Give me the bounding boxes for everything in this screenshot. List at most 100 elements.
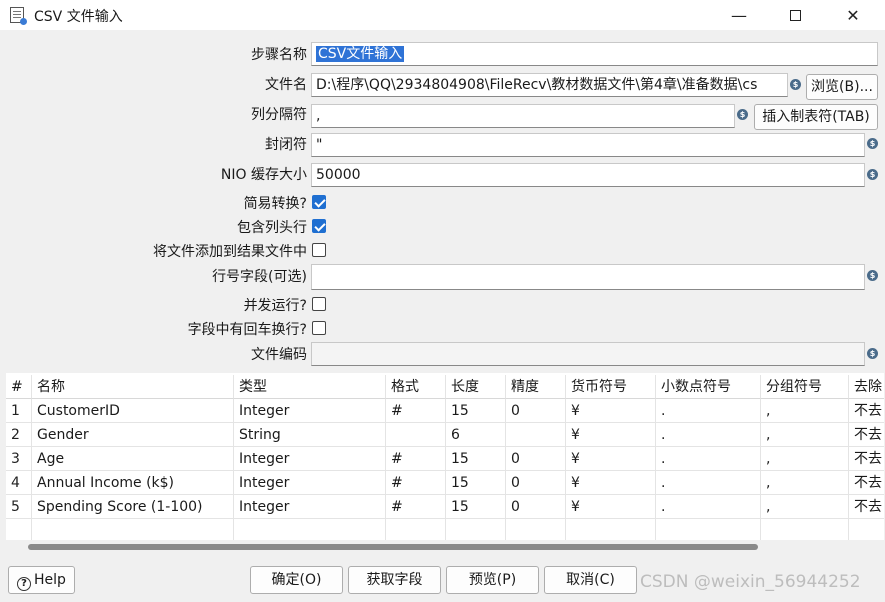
table-row[interactable]: 2 Gender String 6 ¥., 不去 [6, 423, 884, 447]
cell-precision[interactable]: 0 [506, 399, 566, 423]
cell-currency[interactable]: ¥ [566, 471, 656, 495]
table-row[interactable]: 5 Spending Score (1-100) Integer #15 0 ¥., 不去 [6, 495, 884, 519]
column-header-format[interactable]: 格式 [386, 375, 446, 399]
cell-trim[interactable]: 不去 [849, 471, 884, 495]
cell-name[interactable]: Annual Income (k$) [32, 471, 234, 495]
empty-cell[interactable] [32, 519, 234, 541]
empty-cell[interactable] [386, 519, 446, 541]
browse-button[interactable]: 浏览(B)... [806, 74, 878, 100]
column-header-name[interactable]: 名称 [32, 375, 234, 399]
empty-cell[interactable] [446, 519, 506, 541]
maximize-button[interactable] [767, 0, 823, 30]
cell-format[interactable]: # [386, 495, 446, 519]
column-header-trim[interactable]: 去除 [849, 375, 884, 399]
cell-precision[interactable] [506, 423, 566, 447]
cell-length[interactable]: 6 [446, 423, 506, 447]
cell-group[interactable]: , [761, 447, 849, 471]
cell-type[interactable]: Integer [234, 447, 386, 471]
cell-group[interactable]: , [761, 471, 849, 495]
encoding-variable-icon[interactable]: $ [867, 348, 878, 359]
cell-length[interactable]: 15 [446, 471, 506, 495]
cancel-button[interactable]: 取消(C) [544, 566, 637, 594]
preview-button[interactable]: 预览(P) [446, 566, 539, 594]
column-header-type[interactable]: 类型 [234, 375, 386, 399]
cell-trim[interactable]: 不去 [849, 495, 884, 519]
column-header-decimal[interactable]: 小数点符号 [656, 375, 761, 399]
filename-input[interactable]: D:\程序\QQ\2934804908\FileRecv\教材数据文件\第4章\… [311, 73, 788, 97]
newlines-checkbox[interactable] [312, 321, 326, 335]
cell-name[interactable]: Spending Score (1-100) [32, 495, 234, 519]
cell-decimal[interactable]: . [656, 471, 761, 495]
cell-decimal[interactable]: . [656, 495, 761, 519]
cell-group[interactable]: , [761, 495, 849, 519]
column-header-group[interactable]: 分组符号 [761, 375, 849, 399]
cell-type[interactable]: Integer [234, 399, 386, 423]
nio-buffer-input[interactable]: 50000 [311, 163, 865, 187]
rownum-field-input[interactable] [311, 264, 865, 290]
empty-cell[interactable] [234, 519, 386, 541]
nio-buffer-variable-icon[interactable]: $ [867, 169, 878, 180]
cell-type[interactable]: Integer [234, 471, 386, 495]
column-header-precision[interactable]: 精度 [506, 375, 566, 399]
table-row[interactable]: 1 CustomerID Integer #15 0 ¥., 不去 [6, 399, 884, 423]
step-name-input[interactable]: CSV文件输入 [311, 42, 878, 66]
empty-cell[interactable] [6, 519, 32, 541]
cell-group[interactable]: , [761, 423, 849, 447]
encoding-combo[interactable] [311, 342, 865, 366]
table-row[interactable]: 4 Annual Income (k$) Integer #15 0 ¥., 不去 [6, 471, 884, 495]
insert-tab-button[interactable]: 插入制表符(TAB) [754, 104, 878, 130]
cell-format[interactable]: # [386, 447, 446, 471]
get-fields-button[interactable]: 获取字段 [348, 566, 441, 594]
filename-variable-icon[interactable]: $ [790, 79, 801, 90]
lazy-conversion-checkbox[interactable] [312, 195, 326, 209]
cell-currency[interactable]: ¥ [566, 399, 656, 423]
table-row[interactable]: 3 Age Integer #15 0 ¥., 不去 [6, 447, 884, 471]
enclosure-variable-icon[interactable]: $ [867, 138, 878, 149]
cell-trim[interactable]: 不去 [849, 399, 884, 423]
cell-length[interactable]: 15 [446, 495, 506, 519]
cell-precision[interactable]: 0 [506, 495, 566, 519]
column-header-index[interactable]: # [6, 375, 32, 399]
enclosure-input[interactable]: " [311, 133, 865, 157]
cell-type[interactable]: Integer [234, 495, 386, 519]
minimize-button[interactable]: — [711, 0, 767, 30]
cell-currency[interactable]: ¥ [566, 447, 656, 471]
cell-format[interactable] [386, 423, 446, 447]
cell-decimal[interactable]: . [656, 423, 761, 447]
add-to-result-checkbox[interactable] [312, 243, 326, 257]
horizontal-scrollbar[interactable] [6, 540, 884, 554]
ok-button[interactable]: 确定(O) [250, 566, 343, 594]
empty-cell[interactable] [566, 519, 656, 541]
close-button[interactable]: ✕ [825, 0, 881, 30]
empty-cell[interactable] [656, 519, 761, 541]
rownum-variable-icon[interactable]: $ [867, 270, 878, 281]
parallel-checkbox[interactable] [312, 297, 326, 311]
cell-length[interactable]: 15 [446, 399, 506, 423]
cell-length[interactable]: 15 [446, 447, 506, 471]
scrollbar-thumb[interactable] [28, 544, 758, 550]
cell-trim[interactable]: 不去 [849, 447, 884, 471]
empty-cell[interactable] [849, 519, 884, 541]
cell-group[interactable]: , [761, 399, 849, 423]
cell-name[interactable]: Gender [32, 423, 234, 447]
delimiter-variable-icon[interactable]: $ [737, 109, 748, 120]
column-header-length[interactable]: 长度 [446, 375, 506, 399]
cell-type[interactable]: String [234, 423, 386, 447]
cell-decimal[interactable]: . [656, 447, 761, 471]
empty-cell[interactable] [506, 519, 566, 541]
cell-decimal[interactable]: . [656, 399, 761, 423]
cell-format[interactable]: # [386, 471, 446, 495]
cell-currency[interactable]: ¥ [566, 423, 656, 447]
cell-precision[interactable]: 0 [506, 447, 566, 471]
cell-trim[interactable]: 不去 [849, 423, 884, 447]
cell-name[interactable]: Age [32, 447, 234, 471]
column-header-currency[interactable]: 货币符号 [566, 375, 656, 399]
cell-precision[interactable]: 0 [506, 471, 566, 495]
help-button[interactable]: ? Help [8, 566, 75, 594]
cell-currency[interactable]: ¥ [566, 495, 656, 519]
empty-cell[interactable] [761, 519, 849, 541]
header-row-checkbox[interactable] [312, 219, 326, 233]
cell-format[interactable]: # [386, 399, 446, 423]
empty-table-row[interactable] [6, 519, 884, 541]
delimiter-input[interactable]: , [311, 104, 735, 128]
